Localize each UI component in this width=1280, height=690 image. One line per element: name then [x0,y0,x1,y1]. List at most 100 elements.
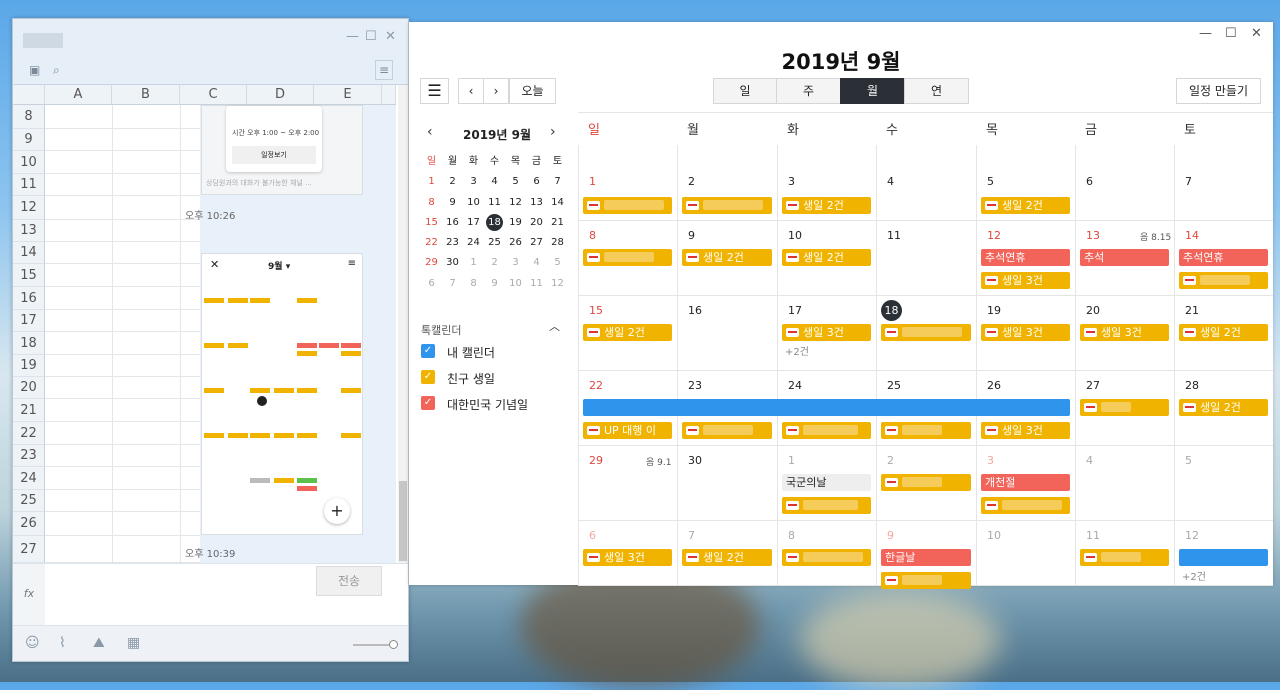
mini-calendar[interactable]: 일 월 화 수 목 금 토 1 2 3 4 5 6 7 8 9 10 11 12 13 14 15 16 17 18 19 20 21… [421,152,568,294]
mini-day[interactable]: 8 [421,193,442,213]
mini-day[interactable]: 24 [463,233,484,253]
mini-day[interactable]: 19 [505,213,526,233]
row-header[interactable]: 14 [13,242,45,264]
more-events-link[interactable]: +2건 [785,343,809,358]
mini-day[interactable]: 17 [463,213,484,233]
birthday-event[interactable] [1080,399,1169,416]
chevron-up-icon[interactable]: ︿ [549,318,560,334]
mini-day[interactable]: 5 [505,172,526,192]
view-day-tab[interactable]: 일 [713,78,777,104]
mini-day[interactable]: 11 [526,274,547,294]
day-cell[interactable]: 4 [876,145,976,221]
day-cell[interactable]: 16 [677,296,777,371]
row-header[interactable]: 27 [13,536,45,563]
day-cell[interactable]: 11 [876,221,976,296]
holiday-event[interactable]: 추석연휴 [1179,249,1268,266]
message-input-area[interactable]: fx 전송 [13,563,408,626]
mini-day[interactable]: 10 [505,274,526,294]
birthday-event[interactable] [682,197,772,214]
birthday-event[interactable] [981,497,1070,514]
view-week-tab[interactable]: 주 [776,78,841,104]
birthday-event[interactable] [1080,549,1169,566]
minimize-icon[interactable]: — [1199,26,1212,41]
birthday-event[interactable] [583,197,672,214]
birthday-event[interactable]: 생일 2건 [682,249,772,266]
mini-next-icon[interactable]: › [550,124,556,140]
birthday-event[interactable]: 생일 2건 [782,197,871,214]
mini-day[interactable]: 5 [547,253,568,273]
row-header[interactable]: 9 [13,129,45,151]
birthday-event[interactable]: 생일 2건 [1179,324,1268,341]
opacity-slider[interactable] [353,640,398,649]
my-multiday-event[interactable] [583,399,1070,416]
checkbox-my-calendar[interactable]: ✓ [421,344,435,358]
mini-day[interactable]: 9 [442,193,463,213]
birthday-event[interactable] [881,324,971,341]
menu-icon[interactable]: ≡ [375,60,394,80]
row-header[interactable]: 22 [13,422,45,445]
mini-day[interactable]: 30 [442,253,463,273]
mini-day[interactable]: 9 [484,274,505,294]
day-cell[interactable]: 5 [1174,446,1273,521]
close-icon[interactable]: ✕ [385,29,396,44]
view-year-tab[interactable]: 연 [904,78,969,104]
holiday-event[interactable]: 추석연휴 [981,249,1070,266]
mini-day[interactable]: 6 [526,172,547,192]
mini-day[interactable]: 8 [463,274,484,294]
row-header[interactable]: 23 [13,445,45,467]
birthday-event[interactable]: 생일 3건 [583,549,672,566]
mini-day[interactable]: 12 [547,274,568,294]
view-schedule-button[interactable]: 일정보기 [232,146,316,164]
calendar-icon[interactable]: ▦ [127,635,140,651]
schedule-message[interactable]: 시간 오후 1:00 ~ 오후 2:00 일정보기 상담원과의 대화가 불가능한… [201,105,363,195]
birthday-event[interactable]: 생일 2건 [782,249,871,266]
send-button[interactable]: 전송 [316,566,382,596]
mini-day[interactable]: 20 [526,213,547,233]
mini-day[interactable]: 18 [484,213,505,233]
birthday-event[interactable]: 생일 3건 [981,272,1070,289]
scrollbar[interactable] [398,85,408,563]
mini-day[interactable]: 7 [547,172,568,192]
day-cell[interactable]: 6 [1075,145,1174,221]
scrollbar-thumb[interactable] [399,481,407,561]
mini-day[interactable]: 3 [505,253,526,273]
mini-day[interactable]: 29 [421,253,442,273]
close-icon[interactable]: ✕ [1251,26,1262,41]
row-header[interactable]: 8 [13,105,45,129]
day-cell[interactable]: 30 [677,446,777,521]
mini-day[interactable]: 21 [547,213,568,233]
mini-day[interactable]: 6 [421,274,442,294]
corner-cell[interactable] [13,85,45,105]
mini-day[interactable]: 2 [442,172,463,192]
row-header[interactable]: 17 [13,310,45,332]
column-header[interactable]: A [45,85,112,105]
birthday-event[interactable]: 생일 3건 [981,324,1070,341]
create-event-button[interactable]: 일정 만들기 [1176,78,1261,104]
briefcase-icon[interactable]: ▣ [29,63,40,77]
birthday-event[interactable] [881,474,971,491]
birthday-event[interactable]: UP 대행 이 [583,422,672,439]
birthday-event[interactable] [881,572,971,589]
mini-day[interactable]: 12 [505,193,526,213]
birthday-event[interactable]: 생일 2건 [1179,399,1268,416]
checkbox-friend-birthday[interactable]: ✓ [421,370,435,384]
row-header[interactable]: 20 [13,377,45,399]
birthday-event[interactable] [881,422,971,439]
row-header[interactable]: 15 [13,264,45,287]
birthday-event[interactable] [782,549,871,566]
column-header[interactable]: D [247,85,314,105]
mini-prev-icon[interactable]: ‹ [427,124,433,140]
calendar-screenshot-message[interactable]: ✕ 9월 ▾ ≡ + [201,253,363,535]
row-header[interactable]: 25 [13,490,45,512]
birthday-event[interactable] [583,249,672,266]
mini-day[interactable]: 16 [442,213,463,233]
maximize-icon[interactable]: ☐ [365,29,377,44]
image-icon[interactable]: ⛰ [93,635,105,651]
birthday-event[interactable] [682,422,772,439]
mini-day[interactable]: 3 [463,172,484,192]
column-header[interactable]: E [314,85,382,105]
birthday-event[interactable] [1179,272,1268,289]
slider-knob[interactable] [389,640,398,649]
birthday-event[interactable]: 생일 2건 [981,197,1070,214]
row-header[interactable]: 16 [13,287,45,310]
